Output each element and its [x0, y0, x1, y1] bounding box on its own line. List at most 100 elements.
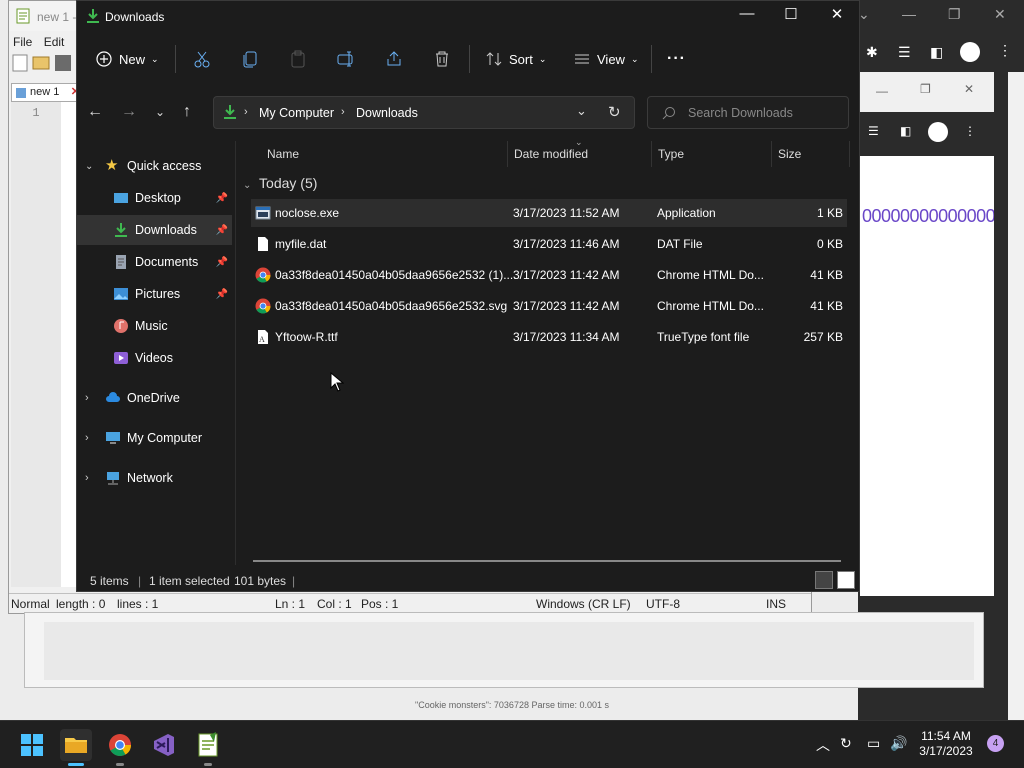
browser-scrollbar[interactable] [1008, 72, 1024, 720]
column-header-date[interactable]: Date modified [514, 147, 588, 161]
taskbar-file-explorer[interactable] [60, 729, 92, 766]
column-divider[interactable] [507, 141, 508, 167]
clock-date: 3/17/2023 [919, 744, 973, 758]
share-button[interactable] [385, 45, 403, 73]
breadcrumb-downloads[interactable]: Downloads [356, 106, 418, 120]
chrome-icon [255, 267, 271, 283]
group-header[interactable]: ⌄ Today (5) [243, 175, 317, 191]
start-button[interactable] [16, 729, 48, 761]
nav-item-documents[interactable]: Documents 📌 [77, 247, 232, 277]
search-box[interactable]: Search Downloads [647, 96, 849, 129]
up-arrow-icon[interactable]: ↑ [183, 103, 207, 123]
pane-divider[interactable] [235, 141, 236, 565]
column-divider[interactable] [651, 141, 652, 167]
details-view-icon[interactable] [815, 571, 833, 589]
file-row[interactable]: myfile.dat 3/17/2023 11:46 AM DAT File 0… [251, 230, 847, 258]
address-bar[interactable]: › My Computer › Downloads ⌄ ↻ [213, 96, 635, 129]
notepadpp-tab[interactable]: new 1 ✕ [11, 83, 80, 101]
nav-item-videos[interactable]: Videos [77, 343, 232, 373]
expand-chevron-icon[interactable]: › [85, 392, 105, 404]
new-button[interactable]: New ⌄ [95, 45, 159, 73]
taskbar-visual-studio[interactable] [148, 729, 180, 761]
expand-chevron-icon[interactable]: › [85, 432, 105, 444]
file-row[interactable]: A Yftoow-R.ttf 3/17/2023 11:34 AM TrueTy… [251, 323, 847, 351]
browser-minimize-icon[interactable]: — [902, 6, 916, 22]
nav-network[interactable]: › Network [77, 463, 232, 493]
file-name: Yftoow-R.ttf [275, 330, 338, 344]
expand-chevron-icon[interactable]: › [85, 472, 105, 484]
inner-close-icon[interactable]: ✕ [964, 82, 974, 96]
browser-close-icon[interactable]: ✕ [994, 6, 1006, 23]
nav-item-downloads[interactable]: Downloads 📌 [77, 215, 232, 245]
view-button[interactable]: View ⌄ [573, 45, 639, 73]
inner-browser-toolbar: — ❐ ✕ ☰ ◧ ⋮ [860, 72, 994, 156]
expand-chevron-icon[interactable]: ⌄ [85, 161, 105, 172]
sidepanel-icon[interactable]: ◧ [930, 44, 943, 61]
nav-label: Videos [135, 351, 173, 365]
show-hidden-icons-icon[interactable]: ︿ [816, 735, 830, 755]
extensions-icon[interactable]: ✱ [866, 44, 878, 61]
notepadpp-editor[interactable]: 1 [11, 101, 77, 587]
file-name: 0a33f8dea01450a04b05daa9656e2532.svg [275, 299, 508, 313]
refresh-icon[interactable]: ↻ [608, 103, 621, 121]
inner-sidepanel-icon[interactable]: ◧ [900, 124, 911, 138]
exe-icon [255, 206, 271, 220]
nav-item-pictures[interactable]: Pictures 📌 [77, 279, 232, 309]
menu-edit[interactable]: Edit [44, 35, 65, 49]
notification-badge[interactable]: 4 [987, 735, 1004, 752]
recent-chevron-icon[interactable]: ⌄ [155, 105, 179, 125]
browser-menu-icon[interactable]: ⋮ [998, 42, 1012, 59]
profile-avatar[interactable] [960, 42, 980, 62]
taskbar-notepadpp[interactable] [192, 729, 224, 766]
copy-button[interactable] [241, 45, 259, 73]
sort-chevron-icon: ⌄ [538, 53, 547, 64]
quick-access-label: Quick access [127, 159, 202, 173]
column-divider[interactable] [849, 141, 850, 167]
taskbar-chrome[interactable] [104, 729, 136, 766]
back-arrow-icon[interactable]: ← [87, 103, 111, 123]
status-item-count: 5 items [90, 574, 129, 588]
inner-profile-avatar[interactable] [928, 122, 948, 142]
column-header-type[interactable]: Type [658, 147, 684, 161]
breadcrumb-my-computer[interactable]: My Computer [259, 106, 334, 120]
menu-file[interactable]: File [13, 35, 32, 49]
rename-button[interactable] [337, 45, 355, 73]
inner-minimize-icon[interactable]: — [876, 84, 888, 98]
file-row[interactable]: 0a33f8dea01450a04b05daa9656e2532.svg 3/1… [251, 292, 847, 320]
nav-my-computer[interactable]: › My Computer [77, 423, 232, 453]
display-icon[interactable]: ▭ [867, 735, 880, 752]
close-icon[interactable]: ✕ [817, 5, 857, 27]
file-row[interactable]: 0a33f8dea01450a04b05daa9656e2532 (1)....… [251, 261, 847, 289]
nav-item-music[interactable]: Music [77, 311, 232, 341]
clock[interactable]: 11:54 AM 3/17/2023 [914, 729, 978, 759]
breadcrumb-separator-icon: › [244, 106, 248, 118]
horizontal-scrollbar[interactable] [253, 560, 841, 562]
forward-arrow-icon[interactable]: → [121, 103, 145, 123]
paste-button[interactable] [289, 45, 307, 73]
inner-restore-icon[interactable]: ❐ [920, 82, 931, 96]
column-header-size[interactable]: Size [778, 147, 801, 161]
inner-media-icon[interactable]: ☰ [868, 124, 879, 138]
tiles-view-icon[interactable] [837, 571, 855, 589]
file-row[interactable]: noclose.exe 3/17/2023 11:52 AM Applicati… [251, 199, 847, 227]
maximize-icon[interactable]: ☐ [771, 5, 811, 27]
nav-onedrive[interactable]: › OneDrive [77, 383, 232, 413]
active-indicator [68, 763, 84, 766]
delete-button[interactable] [433, 45, 451, 73]
address-dropdown-icon[interactable]: ⌄ [576, 103, 587, 119]
nav-item-desktop[interactable]: Desktop 📌 [77, 183, 232, 213]
browser-restore-icon[interactable]: ❐ [948, 6, 961, 23]
column-divider[interactable] [771, 141, 772, 167]
media-icon[interactable]: ☰ [898, 44, 911, 61]
volume-icon[interactable]: 🔊 [890, 735, 907, 752]
inner-menu-icon[interactable]: ⋮ [964, 124, 976, 138]
minimize-icon[interactable]: — [727, 5, 767, 27]
column-header-name[interactable]: Name [267, 147, 299, 161]
more-options-button[interactable]: ··· [667, 45, 686, 73]
sort-button[interactable]: Sort ⌄ [485, 45, 546, 73]
sync-alert-icon[interactable]: ↻ [840, 735, 852, 752]
nav-label: Desktop [135, 191, 181, 205]
cut-button[interactable] [193, 45, 211, 73]
file-icon [258, 237, 268, 251]
nav-quick-access[interactable]: ⌄ ★ Quick access [77, 151, 232, 181]
